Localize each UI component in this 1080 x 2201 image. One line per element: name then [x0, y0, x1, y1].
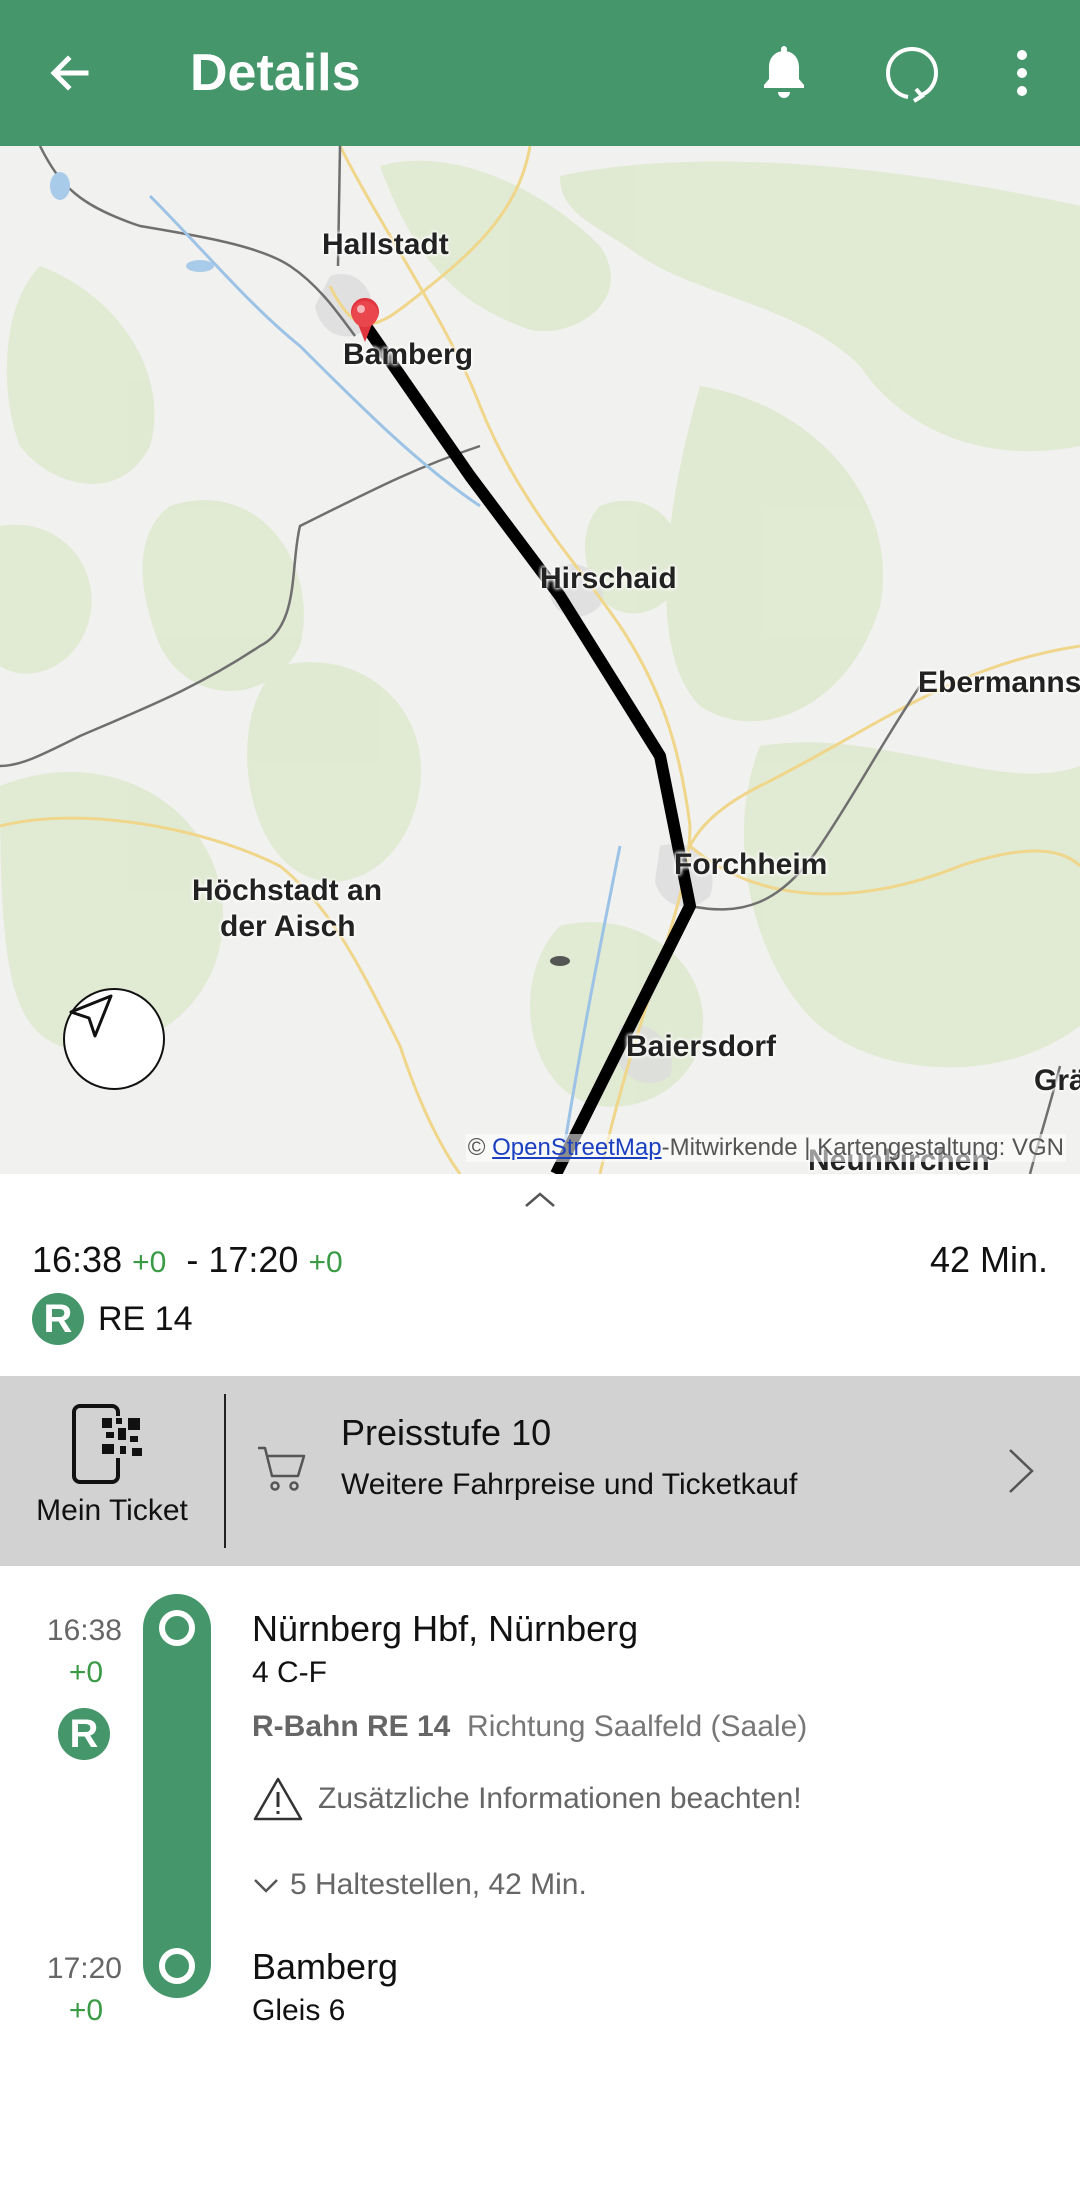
openstreetmap-link[interactable]: OpenStreetMap [492, 1134, 661, 1161]
more-options-button[interactable] [972, 23, 1072, 123]
my-location-button[interactable] [63, 988, 165, 1090]
time-separator: - [186, 1239, 199, 1280]
start-platform: 4 C-F [252, 1656, 327, 1689]
train-name: R-Bahn RE 14 [252, 1710, 451, 1743]
navigation-arrow-icon [69, 994, 113, 1038]
stops-summary: 5 Haltestellen, 42 Min. [290, 1868, 587, 1901]
trip-duration: 42 Min. [929, 1239, 1048, 1280]
map-label-forchheim: Forchheim [674, 848, 828, 881]
map-label-ebermanns: Ebermanns [918, 666, 1080, 699]
page-title: Details [190, 44, 361, 102]
end-stop-name[interactable]: Bamberg [252, 1946, 398, 1988]
cart-icon [258, 1446, 306, 1491]
warning-text: Zusätzliche Informationen beachten! [318, 1782, 802, 1815]
departure-time: 16:38 [32, 1239, 123, 1280]
refresh-button[interactable] [862, 23, 962, 123]
map-label-hallstadt: Hallstadt [322, 228, 449, 261]
attribution-text: -Mitwirkende | Kartengestaltung: VGN [661, 1134, 1064, 1161]
my-ticket-button[interactable]: Mein Ticket [0, 1376, 224, 1566]
fare-level: Preisstufe 10 [341, 1412, 552, 1453]
route-rail [143, 1594, 211, 1998]
additional-info-notice[interactable]: Zusätzliche Informationen beachten! [252, 1776, 802, 1822]
attribution-copyright: © [467, 1134, 486, 1161]
intermediate-stops-toggle[interactable]: 5 Haltestellen, 42 Min. [252, 1868, 587, 1902]
route-details: 16:38 +0 R Nürnberg Hbf, Nürnberg 4 C-F … [0, 1566, 1080, 2086]
route-map[interactable]: Hallstadt Bamberg Hirschaid Ebermanns Fo… [0, 146, 1080, 1174]
start-time: 16:38 [46, 1614, 122, 1647]
end-time: 17:20 [46, 1952, 122, 1985]
end-delay: +0 [68, 1994, 104, 2027]
end-stop-marker [159, 1948, 195, 1984]
map-label-hoechstadt: Höchstadt an [192, 874, 383, 907]
fare-subtitle: Weitere Fahrpreise und Ticketkauf [341, 1468, 798, 1501]
map-label-der-aisch: der Aisch [220, 910, 356, 943]
back-button[interactable] [20, 23, 120, 123]
notification-button[interactable] [734, 23, 834, 123]
start-delay: +0 [68, 1656, 104, 1689]
mobile-ticket-icon [72, 1404, 144, 1484]
app-bar: Details [0, 0, 1080, 146]
map-label-baiersdorf: Baiersdorf [626, 1030, 777, 1063]
line-info: R RE 14 [32, 1293, 193, 1345]
chevron-up-icon [525, 1192, 555, 1207]
map-label-hirschaid: Hirschaid [540, 562, 677, 595]
line-name: RE 14 [98, 1299, 193, 1338]
trip-summary: 16:38 +0 - 17:20 +0 42 Min. R RE 14 [32, 1235, 1048, 1385]
route-train-badge: R [58, 1708, 110, 1760]
warning-icon [253, 1777, 303, 1821]
back-arrow-icon [50, 55, 89, 91]
map-attribution: © OpenStreetMap-Mitwirkende | Kartengest… [465, 1134, 1066, 1162]
map-label-graefenberg: Grä [1034, 1064, 1080, 1097]
train-direction: Richtung Saalfeld (Saale) [467, 1710, 808, 1743]
arrival-time: 17:20 [208, 1239, 299, 1280]
start-stop-marker [159, 1610, 195, 1646]
sheet-expand-handle[interactable] [520, 1188, 560, 1212]
departure-delay: +0 [132, 1246, 167, 1279]
start-stop-name[interactable]: Nürnberg Hbf, Nürnberg [252, 1608, 638, 1650]
arrival-delay: +0 [308, 1246, 343, 1279]
chevron-down-icon [254, 1879, 278, 1893]
end-platform: Gleis 6 [252, 1994, 346, 2027]
map-label-bamberg: Bamberg [343, 338, 474, 371]
refresh-icon [885, 46, 939, 103]
ticket-bar: Mein Ticket Preisstufe 10 Weitere Fahrpr… [0, 1376, 1080, 1566]
train-info[interactable]: R-Bahn RE 14 Richtung Saalfeld (Saale) [252, 1710, 807, 1744]
regional-train-badge: R [32, 1293, 84, 1345]
map-background [0, 146, 1080, 1174]
fare-info-button[interactable]: Preisstufe 10 Weitere Fahrpreise und Tic… [226, 1376, 1080, 1566]
my-ticket-label: Mein Ticket [36, 1494, 188, 1527]
more-vert-icon [1017, 50, 1027, 96]
bell-icon [764, 46, 804, 98]
chevron-right-icon [1009, 1449, 1034, 1493]
trip-times: 16:38 +0 - 17:20 +0 [32, 1235, 343, 1288]
